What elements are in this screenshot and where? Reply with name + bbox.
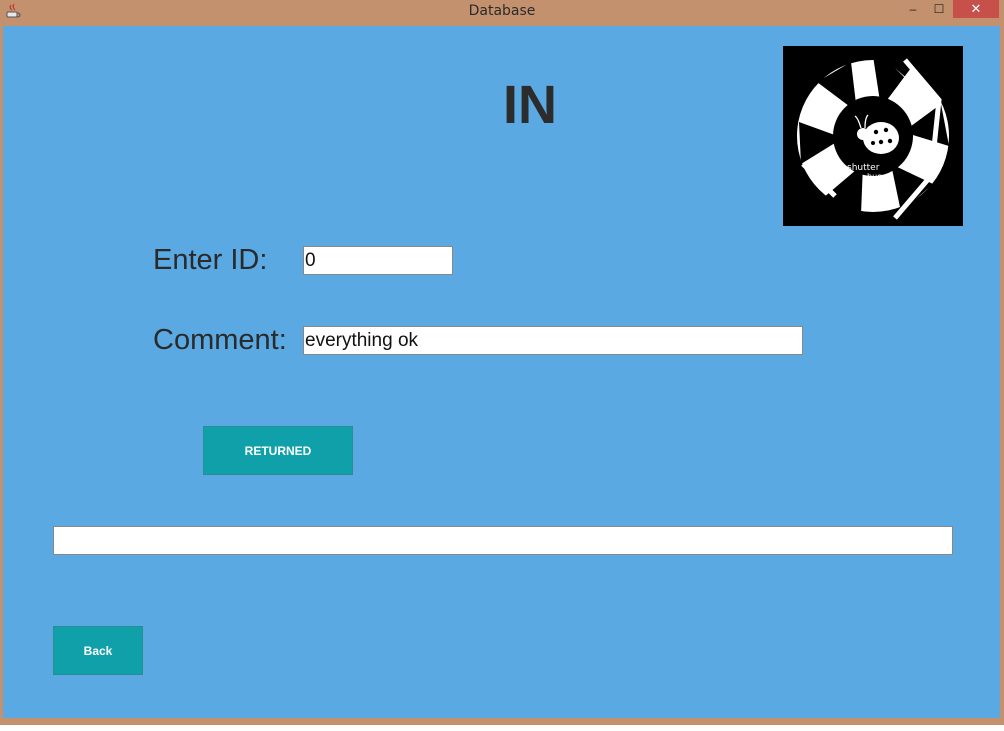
returned-button[interactable]: RETURNED [203,426,353,475]
window-title: Database [468,3,536,19]
comment-input[interactable] [303,326,803,355]
main-panel: IN shutter bugs Enter ID: 0 Comment: eve… [3,26,1000,718]
status-field[interactable] [53,526,953,555]
close-button[interactable]: ✕ [953,0,999,18]
title-bar[interactable]: Database – ☐ ✕ [0,0,1004,24]
bottom-strip [0,725,1004,731]
id-input[interactable] [303,246,453,275]
back-button[interactable]: Back [53,626,143,675]
comment-label: Comment: [153,324,287,356]
minimize-button[interactable]: – [902,0,924,18]
enter-id-label: Enter ID: [153,244,268,276]
shutterbugs-logo: shutter bugs [783,46,963,226]
maximize-button[interactable]: ☐ [928,0,950,18]
svg-text:bugs: bugs [867,172,886,181]
app-window: Database – ☐ ✕ IN shutter bugs Enter ID:… [0,0,1004,725]
page-title: IN [503,75,557,135]
